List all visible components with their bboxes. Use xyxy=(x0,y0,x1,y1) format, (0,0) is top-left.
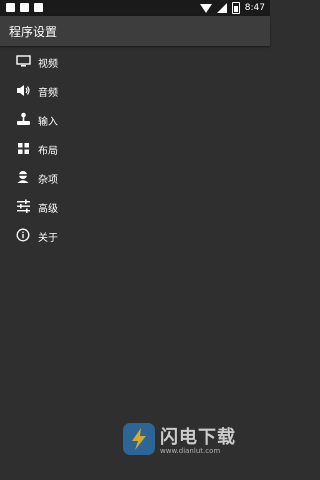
menu-item-input[interactable]: 输入 xyxy=(0,105,270,134)
page-title: 程序设置 xyxy=(9,25,58,39)
sliders-icon xyxy=(15,199,31,213)
watermark-url: www.dianlut.com xyxy=(160,447,221,455)
monitor-icon xyxy=(15,54,31,68)
menu-item-layout[interactable]: 布局 xyxy=(0,134,270,163)
settings-menu: 视频 音频 输入 布局 杂项 高级 关于 xyxy=(0,47,270,250)
status-time: 8:47 xyxy=(244,3,265,13)
menu-item-label: 关于 xyxy=(38,233,58,244)
notification-square-icon xyxy=(20,3,29,12)
battery-icon xyxy=(231,2,240,14)
menu-item-label: 视频 xyxy=(38,59,58,70)
wifi-icon xyxy=(199,3,212,13)
menu-item-advanced[interactable]: 高级 xyxy=(0,192,270,221)
menu-item-label: 输入 xyxy=(38,117,58,128)
menu-item-label: 高级 xyxy=(38,204,58,215)
menu-item-label: 布局 xyxy=(38,146,58,157)
speaker-icon xyxy=(15,83,31,97)
menu-item-misc[interactable]: 杂项 xyxy=(0,163,270,192)
notification-square-icon xyxy=(34,3,43,12)
watermark: 闪电下载 www.dianlut.com xyxy=(123,422,263,458)
info-icon xyxy=(15,228,31,242)
notification-square-icon xyxy=(6,3,15,12)
menu-item-about[interactable]: 关于 xyxy=(0,221,270,250)
grid-icon xyxy=(15,141,31,155)
lightning-logo-icon xyxy=(123,423,155,455)
app-header: 程序设置 xyxy=(0,16,270,46)
menu-item-label: 杂项 xyxy=(38,175,58,186)
joystick-icon xyxy=(15,112,31,126)
menu-item-video[interactable]: 视频 xyxy=(0,47,270,76)
misc-icon xyxy=(15,170,31,184)
watermark-title: 闪电下载 xyxy=(160,427,236,448)
menu-item-label: 音频 xyxy=(38,88,58,99)
status-right: 8:47 xyxy=(199,0,265,16)
status-bar: 8:47 xyxy=(0,0,270,16)
menu-item-audio[interactable]: 音频 xyxy=(0,76,270,105)
signal-icon xyxy=(216,3,227,13)
